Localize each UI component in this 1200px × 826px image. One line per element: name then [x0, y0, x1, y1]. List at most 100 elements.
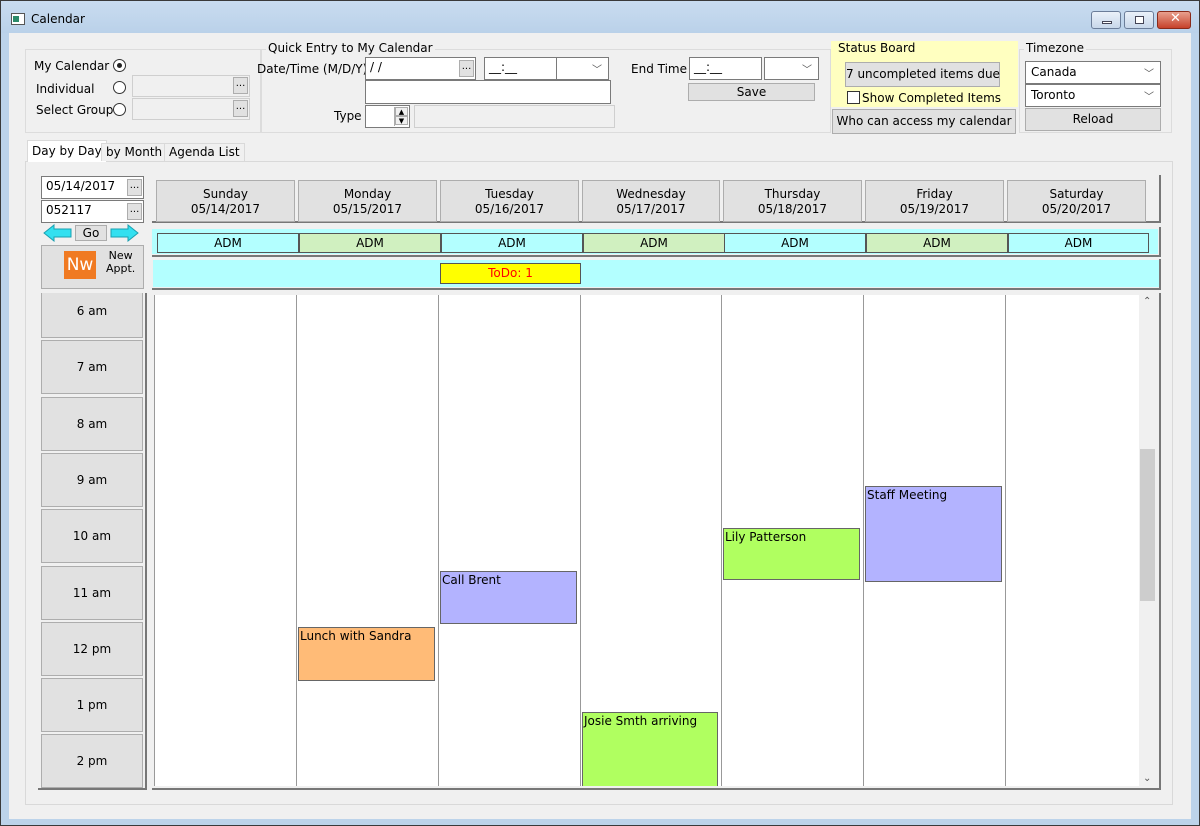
- chevron-down-icon: ﹀: [1144, 69, 1154, 80]
- vertical-scrollbar[interactable]: ⌃ ⌄: [1139, 295, 1157, 786]
- new-appt-label: New Appt.: [106, 249, 135, 275]
- adm-cell-wednesday[interactable]: ADM: [583, 233, 725, 253]
- day-grid[interactable]: Lunch with Sandra Call Brent Josie Smth ar…: [154, 295, 1139, 786]
- appointment[interactable]: Call Brent: [440, 570, 577, 625]
- tab-agenda-list[interactable]: Agenda List: [164, 143, 245, 161]
- timezone-region-select[interactable]: Canada ﹀: [1025, 61, 1161, 84]
- adm-cell-thursday[interactable]: ADM: [724, 233, 866, 253]
- time-slot[interactable]: 6 am: [41, 293, 143, 338]
- reload-button[interactable]: Reload: [1025, 108, 1161, 131]
- my-calendar-radio[interactable]: [113, 59, 126, 72]
- adm-cell-sunday[interactable]: ADM: [157, 233, 299, 253]
- individual-radio[interactable]: [113, 81, 126, 94]
- day-header-tuesday[interactable]: Tuesday 05/16/2017: [440, 180, 579, 222]
- day-column-monday[interactable]: [297, 295, 437, 786]
- quick-entry-legend: Quick Entry to My Calendar: [266, 41, 435, 55]
- chevron-down-icon: ﹀: [802, 65, 812, 76]
- day-name: Tuesday: [485, 187, 534, 201]
- time-slot[interactable]: 7 am: [41, 340, 143, 394]
- day-column-saturday[interactable]: [1006, 295, 1138, 786]
- appointment[interactable]: Staff Meeting: [865, 486, 1002, 583]
- time-slot[interactable]: 11 am: [41, 566, 143, 620]
- day-grid-frame: Lunch with Sandra Call Brent Josie Smth ar…: [152, 293, 1161, 790]
- individual-browse-button[interactable]: ...: [233, 77, 248, 94]
- end-time-field[interactable]: __:__: [689, 57, 762, 80]
- datetime-label: Date/Time (M/D/Y): [257, 62, 368, 76]
- scroll-up-icon[interactable]: ⌃: [1143, 296, 1151, 307]
- close-button[interactable]: ✕: [1157, 11, 1191, 29]
- show-completed-label: Show Completed Items: [862, 91, 1002, 105]
- day-date: 05/18/2017: [757, 202, 828, 216]
- new-appointment-button[interactable]: Nw New Appt.: [41, 245, 144, 289]
- time-slot[interactable]: 9 am: [41, 453, 143, 507]
- appointment[interactable]: Josie Smth arriving: [582, 711, 718, 786]
- day-header-monday[interactable]: Monday 05/15/2017: [298, 180, 437, 222]
- go-button[interactable]: Go: [75, 225, 107, 241]
- window-title: Calendar: [31, 12, 85, 26]
- select-group-radio[interactable]: [113, 103, 126, 116]
- type-description-field: [414, 105, 615, 128]
- time-slot[interactable]: 8 am: [41, 397, 143, 451]
- spin-down-icon[interactable]: ▼: [395, 116, 408, 125]
- who-can-access-button[interactable]: Who can access my calendar: [832, 109, 1016, 134]
- restore-icon: [1135, 16, 1144, 24]
- save-button[interactable]: Save: [688, 83, 815, 101]
- adm-cell-saturday[interactable]: ADM: [1008, 233, 1149, 253]
- previous-week-button[interactable]: [43, 223, 73, 243]
- spin-up-icon[interactable]: ▲: [395, 107, 408, 116]
- new-appt-label-line1: New: [108, 249, 133, 262]
- timezone-city-select[interactable]: Toronto ﹀: [1025, 84, 1161, 107]
- type-spinner[interactable]: ▲ ▼: [394, 107, 408, 126]
- maximize-button[interactable]: [1124, 11, 1154, 29]
- day-date: 05/15/2017: [332, 202, 403, 216]
- day-header-saturday[interactable]: Saturday 05/20/2017: [1007, 180, 1146, 222]
- day-header-thursday[interactable]: Thursday 05/18/2017: [723, 180, 862, 222]
- uncompleted-items-button[interactable]: 7 uncompleted items due: [845, 62, 1000, 87]
- minimize-button[interactable]: [1091, 11, 1121, 29]
- nav-date-browse-button[interactable]: ...: [127, 179, 142, 196]
- time-slot[interactable]: 2 pm: [41, 734, 143, 788]
- adm-cell-friday[interactable]: ADM: [866, 233, 1008, 253]
- my-calendar-label: My Calendar: [34, 59, 110, 73]
- adm-cell-tuesday[interactable]: ADM: [441, 233, 583, 253]
- arrow-right-icon: [110, 223, 139, 243]
- appointment[interactable]: Lily Patterson: [723, 528, 860, 581]
- tab-by-month[interactable]: by Month: [101, 143, 168, 161]
- day-header-wednesday[interactable]: Wednesday 05/17/2017: [582, 180, 720, 222]
- new-appt-icon: Nw: [64, 251, 96, 279]
- date-browse-button[interactable]: ...: [459, 60, 474, 77]
- start-ampm-select[interactable]: ﹀: [556, 57, 609, 80]
- next-week-button[interactable]: [109, 223, 139, 243]
- day-date: 05/20/2017: [1041, 202, 1112, 216]
- chevron-down-icon: ﹀: [1144, 92, 1154, 103]
- time-slot[interactable]: 12 pm: [41, 622, 143, 676]
- time-slot[interactable]: 10 am: [41, 509, 143, 563]
- new-appt-label-line2: Appt.: [106, 262, 136, 275]
- day-name: Thursday: [764, 187, 821, 201]
- scrollbar-thumb[interactable]: [1140, 448, 1155, 602]
- arrow-left-icon: [43, 223, 72, 243]
- type-field[interactable]: ▲ ▼: [365, 105, 410, 128]
- show-completed-checkbox[interactable]: [847, 91, 860, 104]
- day-column-tuesday[interactable]: [439, 295, 579, 786]
- day-header-sunday[interactable]: Sunday 05/14/2017: [156, 180, 295, 222]
- start-time-field[interactable]: __:__: [484, 57, 557, 80]
- group-browse-button[interactable]: ...: [233, 100, 248, 117]
- description-field[interactable]: [365, 80, 611, 104]
- todo-badge[interactable]: ToDo: 1: [440, 263, 581, 284]
- day-column-sunday[interactable]: [155, 295, 295, 786]
- nav-code-browse-button[interactable]: ...: [127, 203, 142, 220]
- end-ampm-select[interactable]: ﹀: [764, 57, 819, 80]
- timezone-legend: Timezone: [1024, 41, 1086, 55]
- appointment[interactable]: Lunch with Sandra: [298, 627, 435, 681]
- calendar-window: Calendar ✕ My Calendar Individual ... Se…: [0, 0, 1200, 826]
- select-group-label: Select Group: [36, 103, 114, 117]
- time-slot[interactable]: 1 pm: [41, 678, 143, 732]
- day-date: 05/16/2017: [474, 202, 545, 216]
- status-board-legend: Status Board: [838, 41, 916, 55]
- day-header-friday[interactable]: Friday 05/19/2017: [865, 180, 1004, 222]
- adm-cell-monday[interactable]: ADM: [299, 233, 441, 253]
- end-time-label: End Time: [631, 62, 687, 76]
- tab-day-by-day[interactable]: Day by Day: [27, 140, 107, 162]
- scroll-down-icon[interactable]: ⌄: [1143, 773, 1151, 784]
